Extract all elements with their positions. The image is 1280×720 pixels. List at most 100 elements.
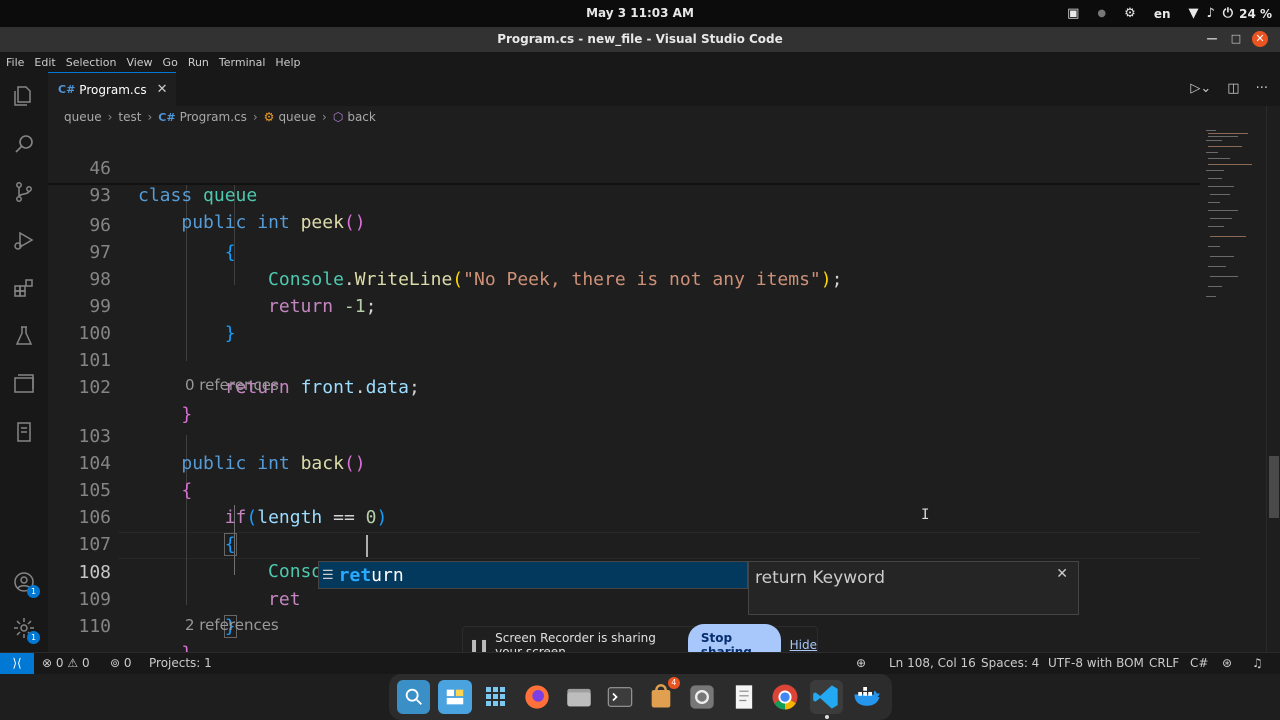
- encoding-setting[interactable]: UTF-8 with BOM: [1048, 656, 1144, 670]
- explorer-icon[interactable]: [10, 82, 38, 110]
- projects-indicator[interactable]: Projects: 1: [149, 656, 212, 670]
- device-icon[interactable]: [10, 418, 38, 446]
- breadcrumb-class[interactable]: queue: [278, 110, 316, 124]
- close-window-button[interactable]: ✕: [1252, 31, 1268, 47]
- codelens-references[interactable]: 2 references: [185, 614, 279, 636]
- testing-flask-icon[interactable]: [10, 322, 38, 350]
- menu-go[interactable]: Go: [163, 56, 178, 69]
- taskbar-dock: 4: [389, 674, 892, 720]
- menu-selection[interactable]: Selection: [66, 56, 117, 69]
- terminal-icon[interactable]: [603, 680, 636, 714]
- eol-setting[interactable]: CRLF: [1149, 656, 1179, 670]
- remote-explorer-icon[interactable]: [10, 370, 38, 398]
- updates-badge: 4: [667, 677, 680, 689]
- search-icon[interactable]: [10, 130, 38, 158]
- hide-link[interactable]: Hide: [790, 638, 817, 652]
- chevron-right-icon: ›: [322, 110, 327, 124]
- editor-actions: ▷⌄ ◫ ···: [1190, 81, 1268, 96]
- battery-level[interactable]: 24 %: [1239, 7, 1272, 21]
- code-line: 103 public int back(): [48, 396, 1200, 474]
- activity-bar: 1 1: [0, 72, 48, 652]
- app-grid-icon[interactable]: [480, 680, 513, 714]
- split-editor-icon[interactable]: ◫: [1227, 81, 1239, 96]
- suggestion-details: return Keyword ✕: [748, 561, 1079, 615]
- indentation-setting[interactable]: Spaces: 4: [981, 656, 1039, 670]
- text-cursor: [366, 535, 368, 557]
- minimap-line: [1210, 218, 1232, 219]
- minimap-line: [1208, 178, 1222, 179]
- breadcrumb-file[interactable]: Program.cs: [180, 110, 247, 124]
- minimap-line: [1208, 136, 1238, 137]
- vscode-icon[interactable]: [809, 680, 843, 719]
- menu-run[interactable]: Run: [188, 56, 209, 69]
- code-line: 99 }: [48, 266, 1200, 344]
- chrome-icon[interactable]: [768, 680, 801, 714]
- files-icon[interactable]: [562, 680, 595, 714]
- language-indicator[interactable]: en: [1154, 7, 1171, 21]
- accounts-icon[interactable]: 1: [10, 568, 40, 598]
- workspaces-icon[interactable]: [438, 680, 472, 714]
- maximize-button[interactable]: □: [1228, 31, 1244, 47]
- power-icon[interactable]: ⏻: [1223, 6, 1233, 21]
- settings-gear-icon[interactable]: ⚙: [1124, 6, 1136, 21]
- code-line-current: 108 ret: [48, 532, 1200, 610]
- menu-help[interactable]: Help: [275, 56, 300, 69]
- firefox-icon[interactable]: [521, 680, 554, 714]
- microphone-icon[interactable]: ♪: [1207, 6, 1215, 21]
- language-mode[interactable]: C#: [1190, 656, 1208, 670]
- system-tray[interactable]: ▣ ● ⚙ en ▼ ♪ ⏻ 24 %: [1049, 4, 1272, 23]
- wifi-icon[interactable]: ▼: [1189, 6, 1199, 21]
- breadcrumb-queue-folder[interactable]: queue: [64, 110, 102, 124]
- code-line: 107 Console.WriteLine("No rear founded, …: [48, 504, 1200, 582]
- scrollbar-thumb[interactable]: [1269, 456, 1279, 518]
- run-debug-icon[interactable]: [10, 226, 38, 254]
- docker-icon[interactable]: [851, 680, 884, 714]
- remote-indicator-icon[interactable]: ⟩⟨: [0, 653, 34, 674]
- details-close-icon[interactable]: ✕: [1056, 566, 1068, 582]
- code-line: 102 }: [48, 347, 1200, 425]
- notifications-bell-icon[interactable]: ♫: [1252, 656, 1263, 670]
- menu-view[interactable]: View: [126, 56, 152, 69]
- codelens-references[interactable]: 0 references: [185, 374, 279, 396]
- menu-bar: File Edit Selection View Go Run Terminal…: [0, 52, 1280, 72]
- extensions-icon[interactable]: [10, 274, 38, 302]
- keyword-icon: ☰: [322, 567, 334, 583]
- problems-indicator[interactable]: ⊗ 0 ⚠ 0: [42, 656, 90, 670]
- breadcrumb-test-folder[interactable]: test: [118, 110, 141, 124]
- software-center-icon[interactable]: 4: [645, 677, 680, 714]
- zoom-icon[interactable]: ⊕: [856, 656, 866, 670]
- manage-badge: 1: [27, 631, 40, 644]
- ports-indicator[interactable]: ⊚ 0: [110, 656, 132, 670]
- more-actions-icon[interactable]: ···: [1256, 81, 1268, 96]
- minimize-button[interactable]: —: [1204, 31, 1220, 47]
- run-code-icon[interactable]: ▷⌄: [1190, 81, 1211, 96]
- minimap-line: [1208, 164, 1252, 165]
- suggestion-item-return[interactable]: ☰ ret urn: [319, 562, 747, 588]
- code-line: 97 Console.WriteLine("No Peek, there is …: [48, 212, 1200, 290]
- minimap-line: [1206, 170, 1224, 171]
- minimap-line: [1206, 130, 1216, 131]
- settings-app-icon[interactable]: [686, 680, 719, 714]
- minimap[interactable]: [1200, 106, 1266, 652]
- search-app-icon[interactable]: [397, 680, 431, 714]
- menu-edit[interactable]: Edit: [34, 56, 55, 69]
- menu-terminal[interactable]: Terminal: [219, 56, 266, 69]
- screen-share-icon[interactable]: ▣: [1067, 6, 1079, 21]
- source-control-icon[interactable]: [10, 178, 38, 206]
- cursor-position[interactable]: Ln 108, Col 16: [889, 656, 976, 670]
- manage-gear-icon[interactable]: 1: [10, 614, 40, 644]
- tab-program-cs[interactable]: C# Program.cs ✕: [48, 72, 176, 106]
- minimap-line: [1206, 296, 1216, 297]
- minimap-line: [1210, 276, 1238, 277]
- copilot-icon[interactable]: ⊛: [1222, 656, 1232, 670]
- text-editor-icon[interactable]: [727, 680, 760, 714]
- autocomplete-list[interactable]: ☰ ret urn: [318, 561, 748, 589]
- breadcrumb-method[interactable]: back: [347, 110, 376, 124]
- minimap-line: [1206, 152, 1218, 153]
- suggestion-match: ret: [338, 564, 372, 586]
- window-title: Program.cs - new_file - Visual Studio Co…: [497, 32, 783, 46]
- tab-close-icon[interactable]: ✕: [157, 82, 168, 97]
- menu-file[interactable]: File: [6, 56, 24, 69]
- editor-scrollbar[interactable]: [1266, 106, 1280, 652]
- code-line: 96 {: [48, 185, 1200, 263]
